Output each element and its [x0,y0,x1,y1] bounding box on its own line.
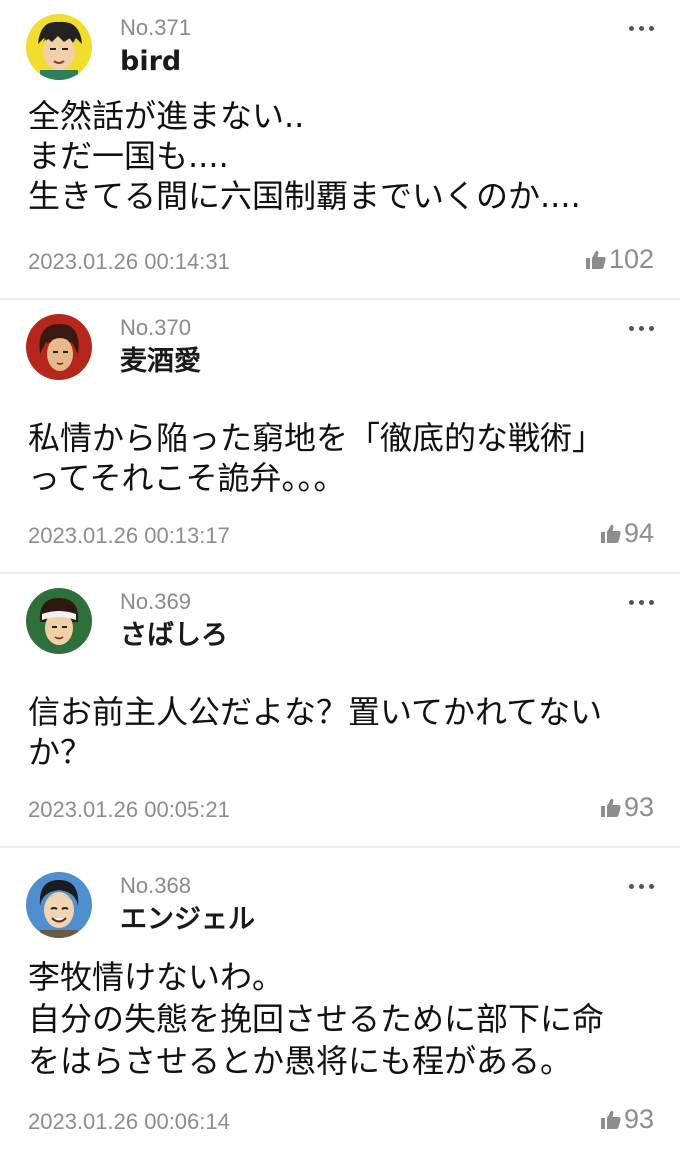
avatar[interactable] [26,14,92,80]
timestamp: 2023.01.26 00:14:31 [28,249,230,274]
user-avatar-icon [26,588,92,654]
more-options-icon[interactable] [626,592,656,612]
like-button[interactable]: 102 [585,244,654,275]
comment-line: ってそれこそ詭弁。。。 [28,459,346,497]
comment-line: 全然話が進まない.. [28,97,305,135]
like-count: 102 [608,244,654,274]
like-button[interactable]: 93 [600,792,654,823]
comment-number: No.371 [120,15,191,40]
timestamp: 2023.01.26 00:06:14 [28,1109,230,1134]
comment-item: No.369 さばしろ 信お前主人公だよな？置いてかれてない か？ 2023.0… [0,574,680,848]
comment-line: 李牧情けないわ。 [28,958,285,996]
thumbs-up-icon [600,798,621,817]
comment-item: No.371 bird 全然話が進まない.. まだ一国も.... 生きてる間に六… [0,0,680,300]
thumbs-up-icon [585,250,606,269]
comment-number: No.370 [120,315,191,340]
like-button[interactable]: 93 [600,1104,654,1135]
user-avatar-icon [26,314,92,380]
comment-line: 自分の失態を挽回させるために部下に命 [28,1000,605,1038]
more-options-icon[interactable] [626,18,656,38]
like-count: 93 [623,792,654,822]
timestamp: 2023.01.26 00:13:17 [28,523,230,548]
comment-body: 全然話が進まない.. まだ一国も.... 生きてる間に六国制覇までいくのか...… [28,96,660,216]
thumbs-up-icon [600,524,621,543]
username[interactable]: 麦酒愛 [120,346,201,378]
avatar[interactable] [26,588,92,654]
avatar[interactable] [26,314,92,380]
comment-line: をはらさせるとか愚将にも程がある。 [28,1042,573,1080]
comment-number: No.369 [120,589,191,614]
comment-item: No.370 麦酒愛 私情から陥った窮地を「徹底的な戦術」 ってそれこそ詭弁。。… [0,300,680,574]
comment-body: 私情から陥った窮地を「徹底的な戦術」 ってそれこそ詭弁。。。 [28,418,660,498]
comment-item: No.368 エンジェル 李牧情けないわ。 自分の失態を挽回させるために部下に命… [0,848,680,1154]
user-avatar-icon [26,872,92,938]
more-options-icon[interactable] [626,876,656,896]
comment-body: 李牧情けないわ。 自分の失態を挽回させるために部下に命 をはらさせるとか愚将にも… [28,956,660,1082]
username[interactable]: さばしろ [120,620,228,652]
comment-list: No.371 bird 全然話が進まない.. まだ一国も.... 生きてる間に六… [0,0,680,1154]
like-button[interactable]: 94 [600,518,654,549]
comment-line: まだ一国も.... [28,137,229,175]
thumbs-up-icon [600,1110,621,1129]
like-count: 93 [623,1104,654,1134]
more-options-icon[interactable] [626,318,656,338]
username[interactable]: エンジェル [120,904,255,936]
comment-line: 私情から陥った窮地を「徹底的な戦術」 [28,419,605,457]
like-count: 94 [623,518,654,548]
timestamp: 2023.01.26 00:05:21 [28,797,230,822]
username[interactable]: bird [120,46,181,78]
comment-line: 生きてる間に六国制覇までいくのか.... [28,177,581,215]
comment-line: 信お前主人公だよな？置いてかれてない [28,693,603,731]
comment-line: か？ [28,733,93,771]
comment-body: 信お前主人公だよな？置いてかれてない か？ [28,692,660,772]
comment-number: No.368 [120,873,191,898]
user-avatar-icon [26,14,92,80]
avatar[interactable] [26,872,92,938]
